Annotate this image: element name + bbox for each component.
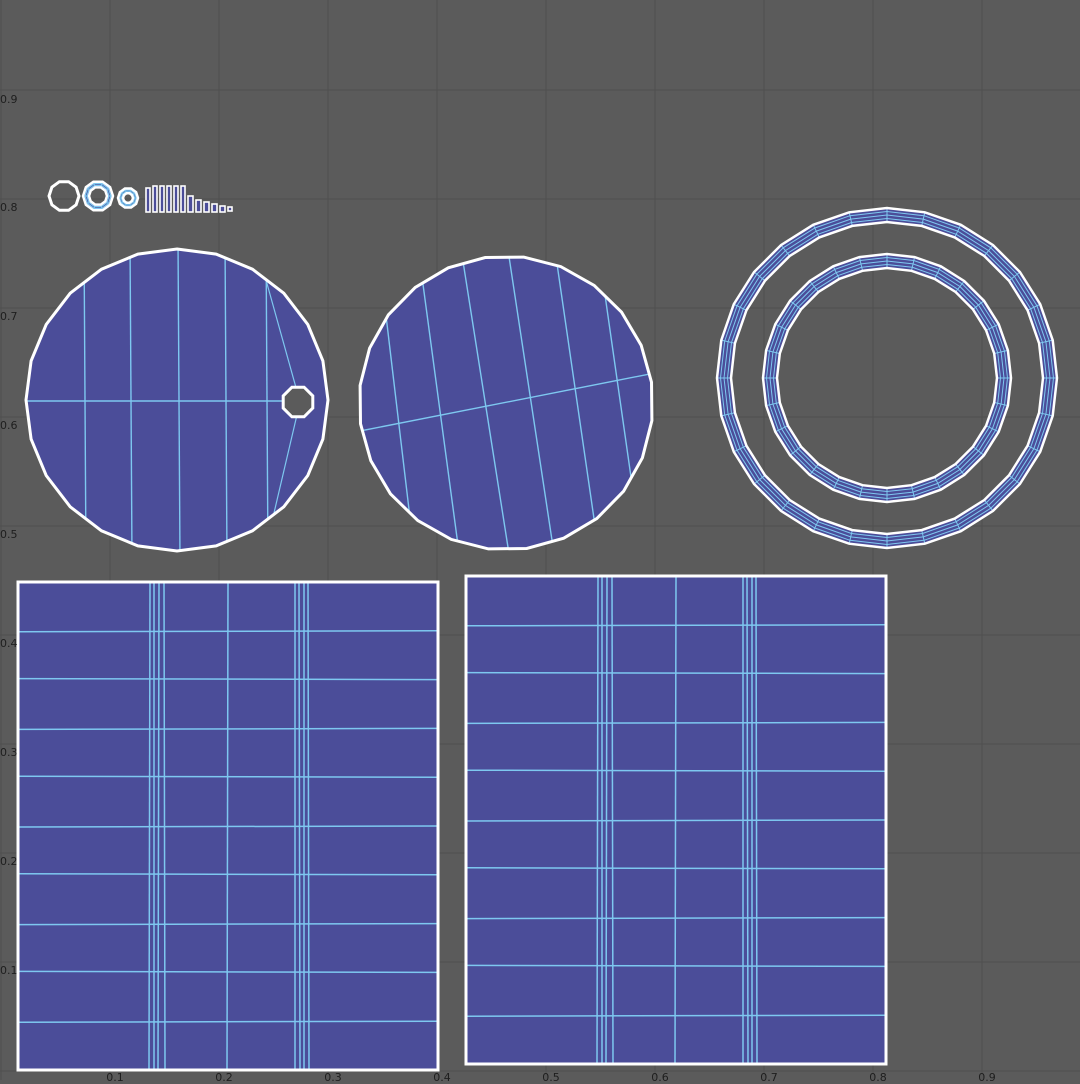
uv-edge xyxy=(157,581,160,1071)
uv-border xyxy=(47,180,81,212)
u-tick-label: 0.5 xyxy=(542,1071,560,1084)
double-ring-shell[interactable] xyxy=(715,206,1059,550)
u-tick-label: 0.7 xyxy=(760,1071,778,1084)
u-tick-label: 0.6 xyxy=(651,1071,669,1084)
uv-shells[interactable] xyxy=(16,180,1059,1072)
disc-shell-middle[interactable] xyxy=(355,250,660,560)
uv-border xyxy=(775,266,999,490)
v-tick-label: 0.3 xyxy=(0,746,18,759)
v-tick-label: 0.4 xyxy=(0,637,18,650)
v-tick-label: 0.8 xyxy=(0,201,18,214)
uv-edge xyxy=(465,1014,887,1017)
uv-edge xyxy=(755,575,758,1065)
v-tick-label: 0.7 xyxy=(0,310,18,323)
uv-strip xyxy=(219,205,226,213)
uv-strip xyxy=(203,201,210,213)
u-tick-label: 0.2 xyxy=(215,1071,233,1084)
u-tick-label: 0.9 xyxy=(978,1071,996,1084)
uv-border xyxy=(761,252,1013,504)
uv-strip xyxy=(152,185,158,213)
uv-strip xyxy=(145,187,151,213)
uv-strip xyxy=(187,195,194,213)
uv-edge-loop xyxy=(769,260,1005,496)
u-tick-label: 0.1 xyxy=(106,1071,124,1084)
uv-editor-viewport[interactable]: 0.9 0.8 0.7 0.6 0.5 0.4 0.3 0.2 0.1 0.1 … xyxy=(0,0,1080,1084)
v-tick-label: 0.6 xyxy=(0,419,18,432)
uv-edge-loop xyxy=(765,256,1009,500)
uv-edge xyxy=(163,581,166,1071)
uv-edge xyxy=(148,581,151,1071)
uv-strip xyxy=(195,199,202,213)
small-circle-shell-1[interactable] xyxy=(47,180,81,212)
uv-edge xyxy=(605,575,608,1065)
uv-strip xyxy=(159,185,165,213)
uv-strip xyxy=(166,185,172,213)
uv-edge xyxy=(298,581,301,1071)
uv-hole xyxy=(281,385,315,419)
uv-border xyxy=(87,186,109,206)
u-tick-label: 0.3 xyxy=(324,1071,342,1084)
uv-edge xyxy=(226,581,229,1071)
v-tick-label: 0.2 xyxy=(0,855,18,868)
uv-edge xyxy=(17,970,439,974)
u-tick-label: 0.8 xyxy=(869,1071,887,1084)
uv-strip xyxy=(227,206,233,212)
uv-edge xyxy=(746,575,749,1065)
uv-edge xyxy=(596,575,599,1065)
v-tick-label: 0.5 xyxy=(0,528,18,541)
u-tick-label: 0.4 xyxy=(433,1071,451,1084)
uv-edge xyxy=(611,575,614,1065)
uv-strip xyxy=(211,203,218,213)
v-tick-label: 0.9 xyxy=(0,93,18,106)
v-tick-label: 0.1 xyxy=(0,964,18,977)
uv-edge xyxy=(465,964,887,968)
uv-border xyxy=(121,191,135,205)
grid-shell-left[interactable] xyxy=(16,580,440,1072)
uv-edge-loop xyxy=(772,263,1002,493)
uv-canvas[interactable] xyxy=(0,0,1080,1080)
disc-shell-left[interactable] xyxy=(20,240,330,560)
uv-edge xyxy=(674,575,677,1065)
small-ring-shell[interactable] xyxy=(81,180,115,212)
grid-shell-right[interactable] xyxy=(464,574,888,1066)
tiny-ring-shell[interactable] xyxy=(116,187,140,209)
uv-strip xyxy=(180,185,186,213)
uv-strip xyxy=(173,185,179,213)
uv-edge xyxy=(307,581,310,1071)
uv-edge xyxy=(17,1020,439,1023)
